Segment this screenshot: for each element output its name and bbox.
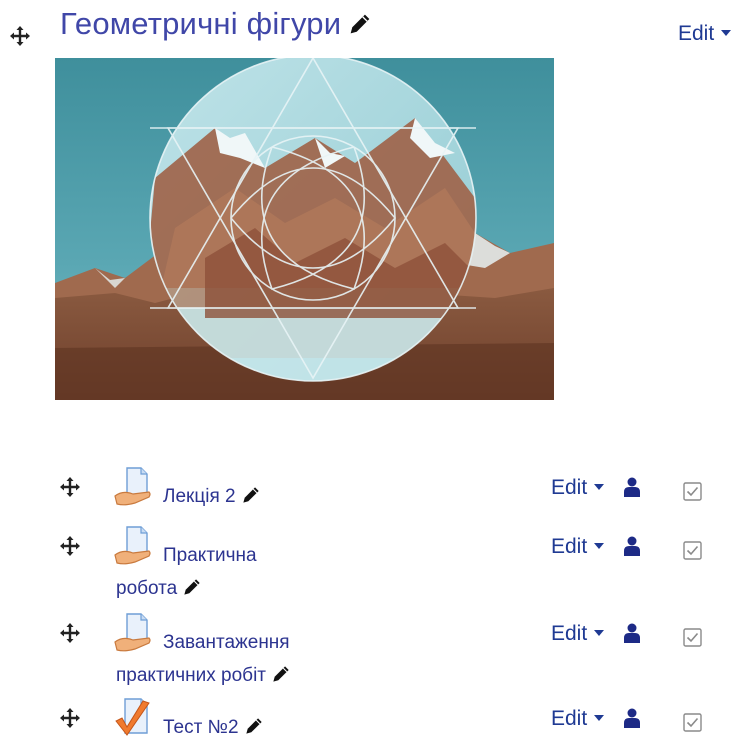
move-section-icon[interactable] [10, 26, 30, 46]
activity-edit-menu[interactable]: Edit [551, 707, 605, 731]
chevron-down-icon[interactable] [594, 484, 605, 490]
edit-title-pencil-icon[interactable] [349, 13, 371, 35]
activity-edit-label[interactable]: Edit [551, 476, 587, 499]
activity-edit-menu[interactable]: Edit [551, 476, 605, 500]
section-edit-menu[interactable]: Edit [678, 22, 732, 46]
activity-name[interactable]: Завантаження практичних робіт [116, 626, 356, 692]
activity-link[interactable]: Лекція 2 [163, 486, 236, 507]
edit-name-pencil-icon[interactable] [242, 486, 260, 504]
activity-edit-label[interactable]: Edit [551, 535, 587, 558]
move-activity-icon[interactable] [60, 708, 80, 728]
activity-row-test-2[interactable]: Тест №2 Edit [0, 697, 745, 740]
section-title-text[interactable]: Геометричні фігури [60, 6, 341, 41]
activity-name[interactable]: Тест №2 [116, 711, 366, 744]
section-banner-image [55, 58, 554, 400]
move-activity-icon[interactable] [60, 477, 80, 497]
completion-checkbox-icon[interactable] [683, 713, 702, 732]
chevron-down-icon[interactable] [594, 630, 605, 636]
edit-name-pencil-icon[interactable] [183, 578, 201, 596]
activity-name[interactable]: Практична робота [116, 539, 316, 605]
chevron-down-icon[interactable] [594, 543, 605, 549]
completion-checkbox-icon[interactable] [683, 628, 702, 647]
activity-edit-label[interactable]: Edit [551, 622, 587, 645]
chevron-down-icon[interactable] [594, 715, 605, 721]
activity-link[interactable]: Тест №2 [163, 717, 239, 738]
move-activity-icon[interactable] [60, 536, 80, 556]
section-edit-label[interactable]: Edit [678, 22, 714, 45]
edit-name-pencil-icon[interactable] [245, 717, 263, 735]
activity-edit-menu[interactable]: Edit [551, 535, 605, 559]
completion-checkbox-icon[interactable] [683, 482, 702, 501]
move-activity-icon[interactable] [60, 623, 80, 643]
user-roles-icon[interactable] [624, 708, 640, 728]
activity-row-upload-practical-works[interactable]: Завантаження практичних робіт Edit [0, 612, 745, 686]
activity-name[interactable]: Лекція 2 [116, 480, 366, 513]
user-roles-icon[interactable] [624, 477, 640, 497]
activity-edit-label[interactable]: Edit [551, 707, 587, 730]
chevron-down-icon[interactable] [721, 30, 732, 36]
user-roles-icon[interactable] [624, 623, 640, 643]
user-roles-icon[interactable] [624, 536, 640, 556]
activity-row-lecture-2[interactable]: Лекція 2 Edit [0, 466, 745, 526]
activity-row-practical-work[interactable]: Практична робота Edit [0, 525, 745, 599]
section-title[interactable]: Геометричні фігури [60, 6, 371, 42]
completion-checkbox-icon[interactable] [683, 541, 702, 560]
activity-edit-menu[interactable]: Edit [551, 622, 605, 646]
activity-link[interactable]: Завантаження практичних робіт [116, 632, 290, 686]
edit-name-pencil-icon[interactable] [272, 665, 290, 683]
